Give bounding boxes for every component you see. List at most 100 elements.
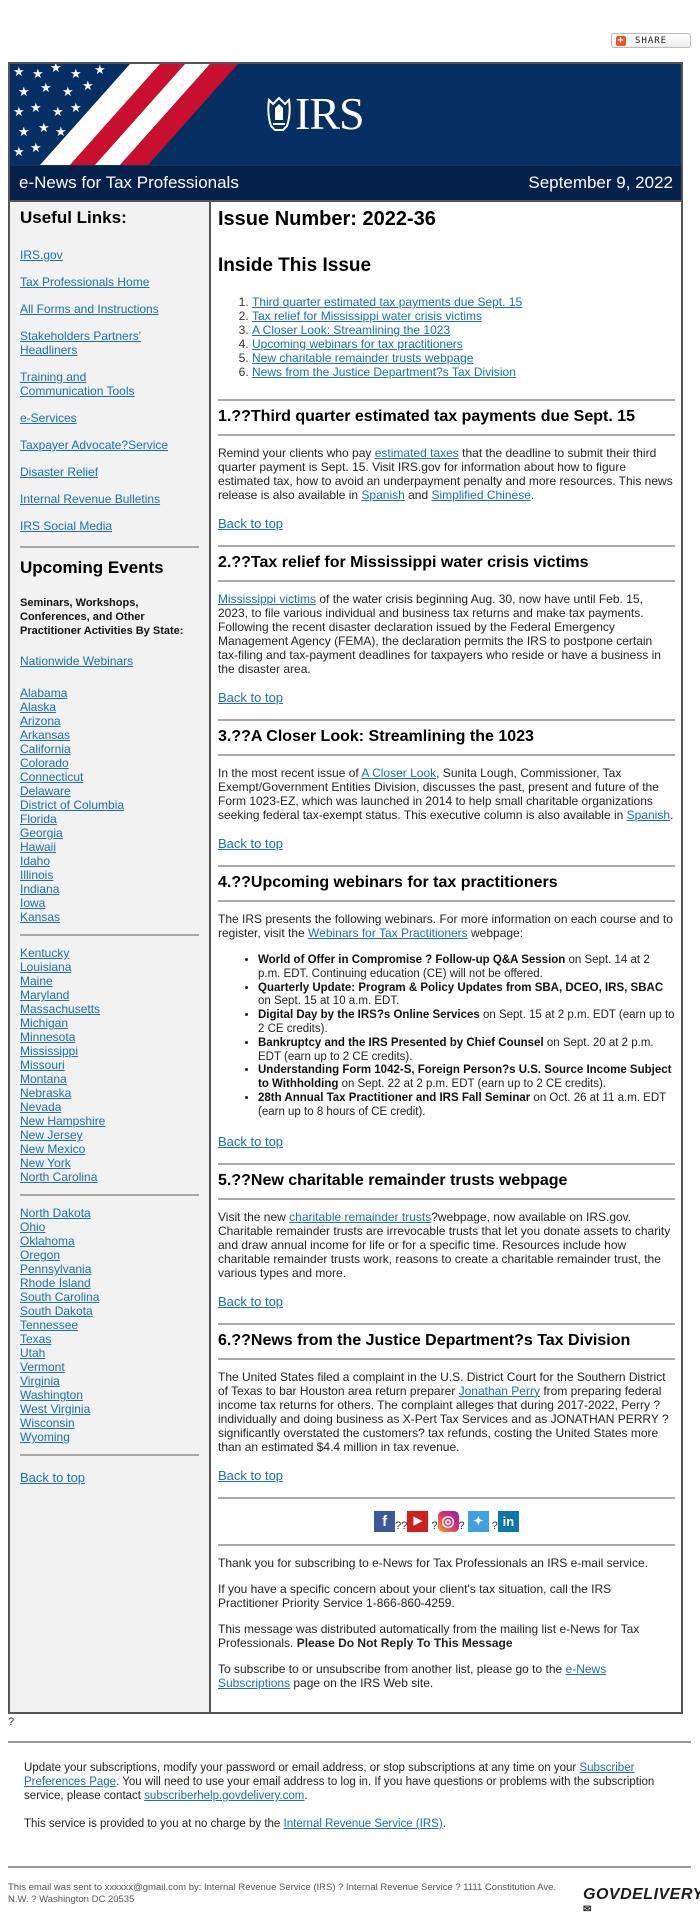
state-link[interactable]: Utah xyxy=(20,1346,199,1360)
text: . xyxy=(670,808,674,822)
useful-link[interactable]: Stakeholders Partners' Headliners xyxy=(20,329,150,357)
state-link[interactable]: Rhode Island xyxy=(20,1276,199,1290)
state-link[interactable]: Georgia xyxy=(20,826,199,840)
back-to-top-link[interactable]: Back to top xyxy=(218,1468,675,1483)
state-link[interactable]: New Mexico xyxy=(20,1142,199,1156)
useful-link[interactable]: Taxpayer Advocate?Service xyxy=(20,438,199,452)
state-link[interactable]: Idaho xyxy=(20,854,199,868)
state-link[interactable]: Kansas xyxy=(20,910,199,924)
svg-text:★: ★ xyxy=(13,65,25,80)
state-link[interactable]: Massachusetts xyxy=(20,1002,199,1016)
state-link[interactable]: Texas xyxy=(20,1332,199,1346)
back-to-top-link[interactable]: Back to top xyxy=(218,836,675,851)
back-to-top-link[interactable]: Back to top xyxy=(218,1294,675,1309)
state-link[interactable]: Ohio xyxy=(20,1220,199,1234)
toc-link[interactable]: Tax relief for Mississippi water crisis … xyxy=(252,309,482,323)
instagram-icon[interactable]: ◎ xyxy=(437,1510,459,1532)
state-link[interactable]: Virginia xyxy=(20,1374,199,1388)
state-link[interactable]: New York xyxy=(20,1156,199,1170)
subscriberhelp-link[interactable]: subscriberhelp.govdelivery.com xyxy=(144,1790,304,1802)
state-link[interactable]: West Virginia xyxy=(20,1402,199,1416)
useful-link[interactable]: Disaster Relief xyxy=(20,465,199,479)
state-link[interactable]: New Jersey xyxy=(20,1128,199,1142)
toc-link[interactable]: New charitable remainder trusts webpage xyxy=(252,351,473,365)
spanish-link[interactable]: Spanish xyxy=(361,488,404,502)
share-button[interactable]: + SHARE xyxy=(611,33,691,48)
nationwide-webinars-link[interactable]: Nationwide Webinars xyxy=(20,654,199,668)
webinar-name: Bankruptcy and the IRS Presented by Chie… xyxy=(258,1036,544,1049)
state-link[interactable]: Wyoming xyxy=(20,1430,199,1444)
back-to-top-link[interactable]: Back to top xyxy=(218,690,675,705)
back-to-top-link[interactable]: Back to top xyxy=(218,516,675,531)
state-link[interactable]: Washington xyxy=(20,1388,199,1402)
useful-link[interactable]: Tax Professionals Home xyxy=(20,275,199,289)
state-link[interactable]: Arkansas xyxy=(20,728,199,742)
state-link[interactable]: District of Columbia xyxy=(20,798,199,812)
state-link[interactable]: Hawaii xyxy=(20,840,199,854)
irs-link[interactable]: Internal Revenue Service (IRS) xyxy=(284,1818,443,1830)
state-link[interactable]: Wisconsin xyxy=(20,1416,199,1430)
state-link[interactable]: Oklahoma xyxy=(20,1234,199,1248)
state-link[interactable]: New Hampshire xyxy=(20,1114,199,1128)
state-link[interactable]: Indiana xyxy=(20,882,199,896)
twitter-icon[interactable]: ✦ xyxy=(467,1510,489,1532)
state-link[interactable]: North Dakota xyxy=(20,1206,199,1220)
useful-link[interactable]: Training and Communication Tools xyxy=(20,370,140,398)
share-label: SHARE xyxy=(635,35,668,46)
toc-link[interactable]: Third quarter estimated tax payments due… xyxy=(252,295,522,309)
charitable-remainder-trusts-link[interactable]: charitable remainder trusts xyxy=(289,1210,431,1224)
mississippi-victims-link[interactable]: Mississippi victims xyxy=(218,592,316,606)
state-link[interactable]: Michigan xyxy=(20,1016,199,1030)
state-link[interactable]: Oregon xyxy=(20,1248,199,1262)
state-link[interactable]: Minnesota xyxy=(20,1030,199,1044)
a-closer-look-link[interactable]: A Closer Look xyxy=(361,766,436,780)
state-link[interactable]: Nevada xyxy=(20,1100,199,1114)
estimated-taxes-link[interactable]: estimated taxes xyxy=(375,446,459,460)
state-link[interactable]: Missouri xyxy=(20,1058,199,1072)
state-link[interactable]: Maryland xyxy=(20,988,199,1002)
state-link[interactable]: Colorado xyxy=(20,756,199,770)
useful-link[interactable]: IRS.gov xyxy=(20,248,199,262)
state-link[interactable]: Delaware xyxy=(20,784,199,798)
state-link[interactable]: Tennessee xyxy=(20,1318,199,1332)
useful-link[interactable]: Internal Revenue Bulletins xyxy=(20,492,199,506)
state-link[interactable]: Alabama xyxy=(20,686,199,700)
state-link[interactable]: Illinois xyxy=(20,868,199,882)
state-link[interactable]: California xyxy=(20,742,199,756)
toc-link[interactable]: A Closer Look: Streamlining the 1023 xyxy=(252,323,450,337)
spanish-link[interactable]: Spanish xyxy=(627,808,670,822)
state-link[interactable]: North Carolina xyxy=(20,1170,199,1184)
state-link[interactable]: Maine xyxy=(20,974,199,988)
state-link[interactable]: Vermont xyxy=(20,1360,199,1374)
state-link[interactable]: Iowa xyxy=(20,896,199,910)
state-link[interactable]: South Dakota xyxy=(20,1304,199,1318)
state-link[interactable]: South Carolina xyxy=(20,1290,199,1304)
webinars-for-tax-practitioners-link[interactable]: Webinars for Tax Practitioners xyxy=(308,926,468,940)
useful-link[interactable]: IRS Social Media xyxy=(20,519,199,533)
state-link[interactable]: Connecticut xyxy=(20,770,199,784)
state-link[interactable]: Louisiana xyxy=(20,960,199,974)
state-link[interactable]: Arizona xyxy=(20,714,199,728)
state-link[interactable]: Mississippi xyxy=(20,1044,199,1058)
youtube-icon[interactable]: ▶ xyxy=(407,1510,429,1532)
webinar-name: Quarterly Update: Program & Policy Updat… xyxy=(258,981,664,994)
useful-link[interactable]: All Forms and Instructions xyxy=(20,302,199,316)
linkedin-icon[interactable]: in xyxy=(497,1510,519,1532)
state-link[interactable]: Florida xyxy=(20,812,199,826)
state-link[interactable]: Montana xyxy=(20,1072,199,1086)
useful-link[interactable]: e-Services xyxy=(20,411,199,425)
text: This service is provided to you at no ch… xyxy=(24,1818,284,1830)
text: and xyxy=(404,488,432,502)
back-to-top-link[interactable]: Back to top xyxy=(218,1134,675,1149)
toc-link[interactable]: Upcoming webinars for tax practitioners xyxy=(252,337,463,351)
toc-link[interactable]: News from the Justice Department?s Tax D… xyxy=(252,365,516,379)
back-to-top-link[interactable]: Back to top xyxy=(20,1470,199,1485)
state-link[interactable]: Kentucky xyxy=(20,946,199,960)
text: . xyxy=(530,488,535,502)
state-link[interactable]: Pennsylvania xyxy=(20,1262,199,1276)
facebook-icon[interactable]: f xyxy=(374,1510,396,1532)
jonathan-perry-link[interactable]: Jonathan Perry xyxy=(459,1384,540,1398)
state-link[interactable]: Alaska xyxy=(20,700,199,714)
simplified-chinese-link[interactable]: Simplified Chinese xyxy=(432,488,531,502)
state-link[interactable]: Nebraska xyxy=(20,1086,199,1100)
